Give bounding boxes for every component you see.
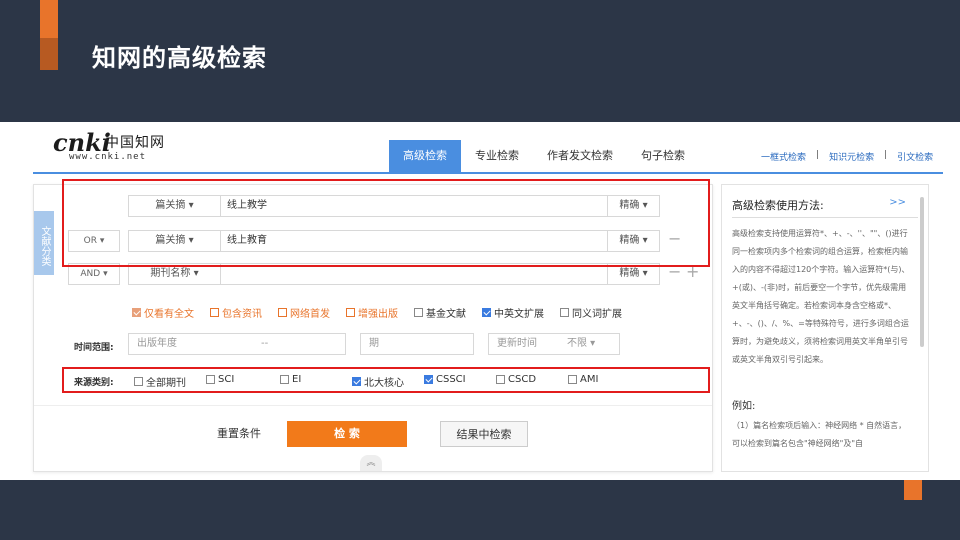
tab-underline — [33, 172, 943, 174]
panel-divider — [34, 405, 712, 406]
option-label: 增强出版 — [358, 309, 398, 320]
option-label: 网络首发 — [290, 309, 330, 320]
link-separator: | — [884, 150, 888, 160]
pub-year-placeholder: 出版年度 — [137, 338, 177, 349]
checkbox-icon[interactable] — [482, 308, 491, 317]
option-synonym-expand[interactable]: 同义词扩展 — [560, 305, 622, 320]
slide-footer-band — [0, 480, 960, 540]
option-online-first[interactable]: 网络首发 — [278, 305, 330, 320]
logic-label: AND — [80, 269, 101, 279]
option-enhanced[interactable]: 增强出版 — [346, 305, 398, 320]
highlight-frame-source — [62, 367, 710, 393]
highlight-frame-search-rows — [62, 179, 710, 267]
search-input-3[interactable] — [221, 264, 601, 284]
option-news[interactable]: 包含资讯 — [210, 305, 262, 320]
option-cn-en-expand[interactable]: 中英文扩展 — [482, 305, 544, 320]
logo-url: www.cnki.net — [69, 152, 147, 162]
update-time-value: 不限 ▾ — [567, 338, 596, 349]
help-divider — [732, 217, 918, 218]
field-select-label: 期刊名称 — [150, 268, 191, 279]
tab-professional-search[interactable]: 专业检索 — [461, 140, 533, 172]
link-separator: | — [816, 150, 820, 160]
field-select-3[interactable]: 期刊名称 ▾ — [129, 264, 221, 284]
link-simple-search[interactable]: 一框式检索 — [761, 150, 806, 163]
option-fund[interactable]: 基金文献 — [414, 305, 466, 320]
help-example-body: （1）篇名检索项后输入：神经网络 * 自然语言，可以检索到篇名包含"神经网络"及… — [732, 421, 907, 448]
option-label: 基金文献 — [426, 309, 466, 320]
update-time-label: 更新时间 — [497, 338, 537, 349]
checkbox-icon[interactable] — [346, 308, 355, 317]
help-body: 高级检索支持使用运算符*、+、-、''、""、()进行同一检索项内多个检索词的组… — [732, 229, 910, 364]
update-time-select[interactable]: 更新时间 不限 ▾ — [488, 333, 620, 355]
top-links: 一框式检索 | 知识元检索 | 引文检索 — [761, 150, 933, 163]
match-select-3[interactable]: 精确 ▾ — [607, 264, 659, 284]
time-range-label: 时间范围: — [74, 343, 114, 353]
option-label: 同义词扩展 — [572, 309, 622, 320]
update-value-text: 不限 — [567, 338, 587, 349]
period-field[interactable]: 期 — [360, 333, 474, 355]
help-panel: 高级检索使用方法: >> 高级检索支持使用运算符*、+、-、''、""、()进行… — [721, 184, 929, 472]
footer-accent-bar — [904, 480, 922, 500]
search-tabs: 高级检索 专业检索 作者发文检索 句子检索 — [389, 140, 699, 172]
help-title: 高级检索使用方法: — [732, 199, 824, 212]
header-accent-bar-dark — [40, 38, 58, 70]
tab-advanced-search[interactable]: 高级检索 — [389, 140, 461, 172]
checkbox-icon[interactable] — [210, 308, 219, 317]
option-label: 包含资讯 — [222, 309, 262, 320]
pub-year-range[interactable]: 出版年度 -- — [128, 333, 346, 355]
logo-cn-name: 中国知网 — [105, 135, 165, 151]
link-citation-search[interactable]: 引文检索 — [897, 150, 933, 163]
checkbox-icon[interactable] — [132, 308, 141, 317]
help-scrollbar[interactable] — [920, 197, 924, 347]
search-panel: 文献分类 篇关摘 ▾ 线上教学 精确 ▾ OR ▾ 篇关摘 ▾ 线上教育 精确 … — [33, 179, 713, 472]
slide-title: 知网的高级检索 — [92, 44, 267, 72]
link-knowledge-search[interactable]: 知识元检索 — [829, 150, 874, 163]
option-label: 中英文扩展 — [494, 309, 544, 320]
search-within-results-button[interactable]: 结果中检索 — [440, 421, 528, 447]
help-more-link[interactable]: >> — [889, 197, 906, 208]
help-example-title: 例如: — [732, 401, 756, 412]
checkbox-icon[interactable] — [414, 308, 423, 317]
checkbox-icon[interactable] — [560, 308, 569, 317]
period-placeholder: 期 — [369, 338, 379, 349]
cnki-logo[interactable]: cnki 中国知网 www.cnki.net — [33, 128, 173, 164]
collapse-icon[interactable]: ︽ — [360, 455, 382, 471]
tab-sentence-search[interactable]: 句子检索 — [627, 140, 699, 172]
option-label: 仅看有全文 — [144, 309, 194, 320]
tab-author-search[interactable]: 作者发文检索 — [533, 140, 627, 172]
cnki-screenshot: cnki 中国知网 www.cnki.net 高级检索 专业检索 作者发文检索 … — [33, 122, 943, 480]
search-button[interactable]: 检 索 — [287, 421, 407, 447]
option-full-text[interactable]: 仅看有全文 — [132, 305, 194, 320]
reset-button[interactable]: 重置条件 — [204, 421, 274, 447]
range-dash: -- — [261, 338, 269, 349]
category-side-tag[interactable]: 文献分类 — [34, 211, 54, 275]
checkbox-icon[interactable] — [278, 308, 287, 317]
match-label: 精确 — [619, 268, 640, 279]
